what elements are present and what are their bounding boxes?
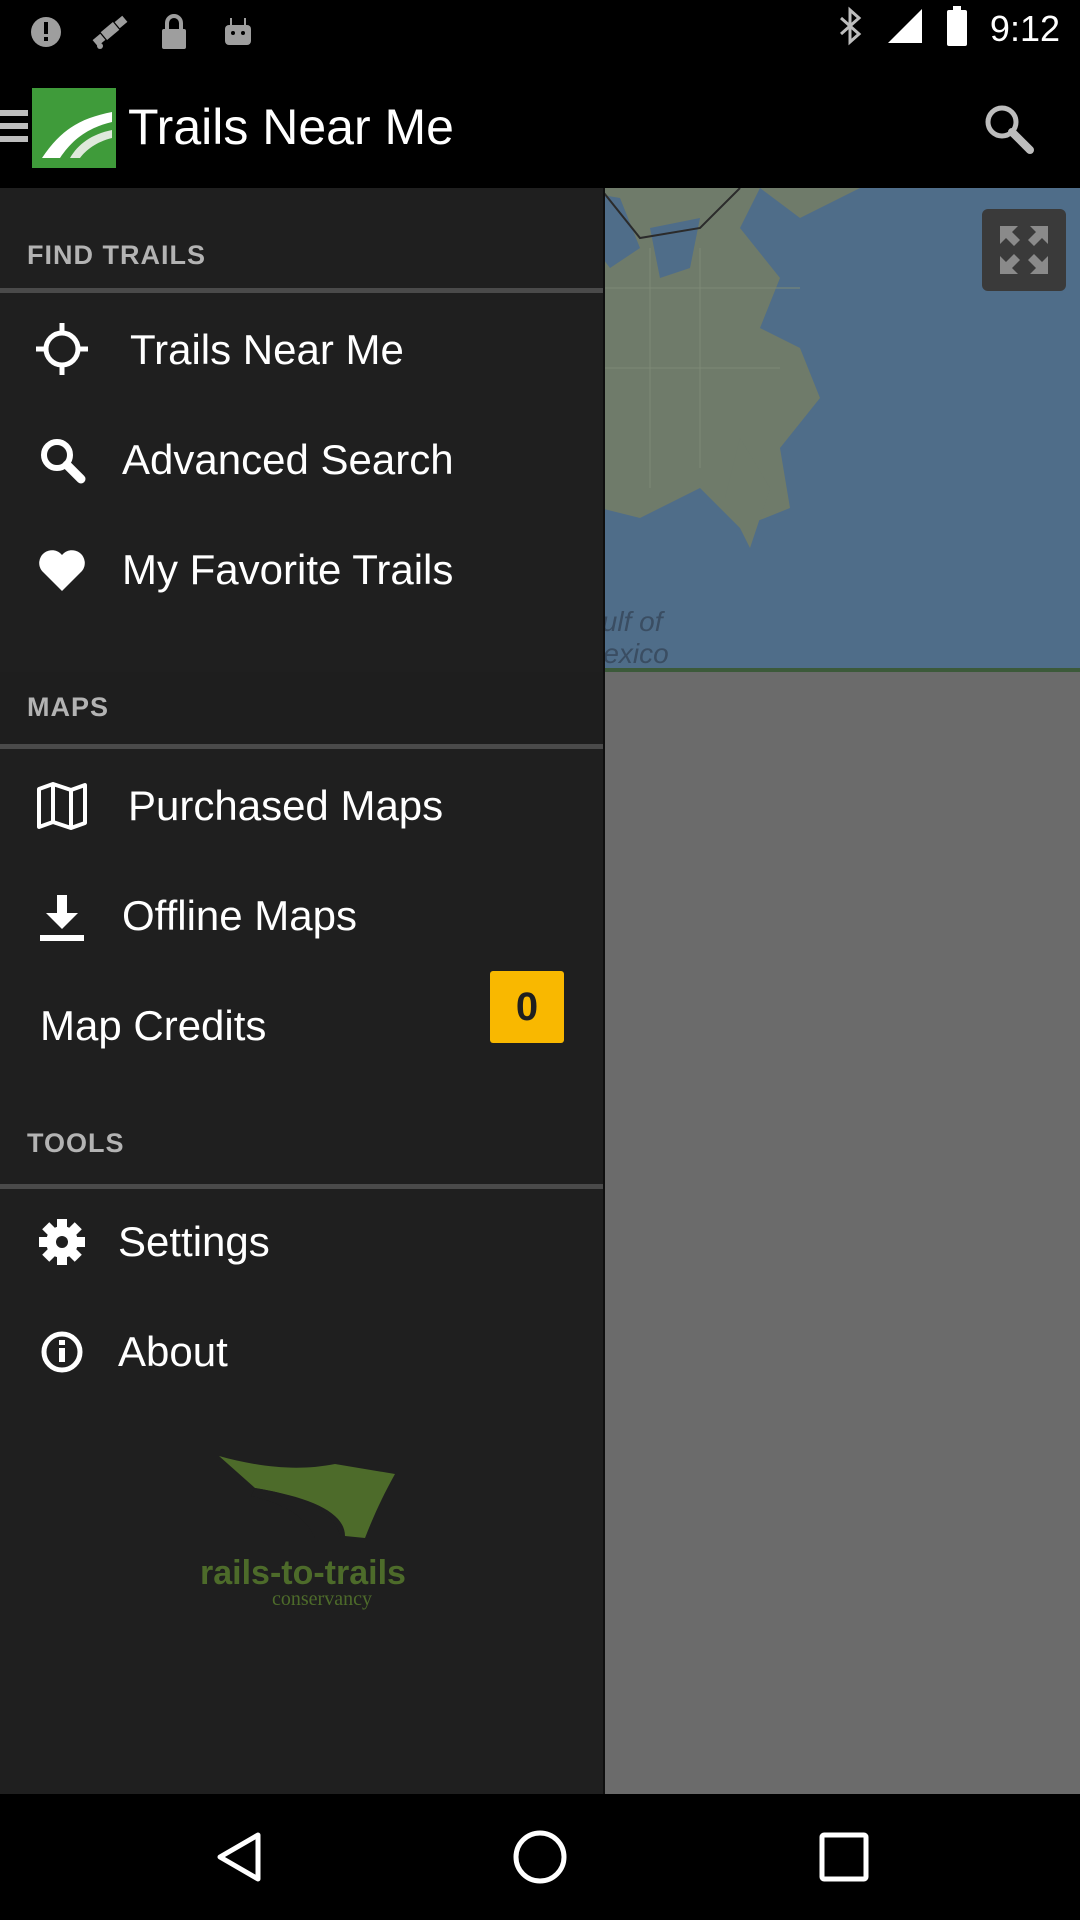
signal-icon (886, 7, 924, 50)
section-label-find-trails: FIND TRAILS (27, 240, 206, 270)
drawer-item-about[interactable]: About (0, 1296, 603, 1406)
bluetooth-icon (838, 6, 864, 51)
hamburger-icon[interactable] (0, 110, 28, 146)
drawer-item-offline-maps[interactable]: Offline Maps (0, 860, 603, 970)
app-bar: Trails Near Me (0, 64, 1080, 188)
app-title: Trails Near Me (128, 99, 454, 155)
home-icon[interactable] (507, 1824, 573, 1890)
drawer-item-label: Map Credits (40, 1002, 267, 1049)
drawer-item-label: About (118, 1328, 228, 1375)
drawer-item-settings[interactable]: Settings (0, 1186, 603, 1296)
battery-icon (946, 6, 968, 51)
recents-icon[interactable] (811, 1824, 877, 1890)
lock-icon (154, 12, 194, 52)
drawer-item-label: Settings (118, 1218, 270, 1265)
drawer-item-label: Offline Maps (122, 892, 357, 939)
drawer-item-label: Advanced Search (122, 436, 454, 483)
satellite-fake-gps-icon (90, 12, 130, 52)
divider (0, 288, 603, 293)
fullscreen-icon[interactable] (982, 209, 1066, 291)
section-label-tools: TOOLS (27, 1128, 125, 1158)
info-icon (34, 1324, 90, 1380)
back-icon[interactable] (207, 1824, 273, 1890)
drawer-item-trails-near-me[interactable]: Trails Near Me (0, 294, 603, 404)
drawer-item-label: My Favorite Trails (122, 546, 454, 593)
status-bar: 9:12 (0, 0, 1080, 64)
search-icon (34, 432, 90, 488)
section-label-maps: MAPS (27, 692, 110, 722)
android-icon (218, 12, 258, 52)
gear-icon (34, 1214, 90, 1270)
drawer-item-my-favorite-trails[interactable]: My Favorite Trails (0, 514, 603, 624)
drawer-item-purchased-maps[interactable]: Purchased Maps (0, 750, 603, 860)
map-credits-count-badge: 0 (490, 971, 564, 1043)
location-target-icon (34, 321, 90, 377)
drawer-item-label: Purchased Maps (128, 782, 444, 829)
section-tools: TOOLS (0, 1108, 603, 1189)
system-nav-bar (0, 1794, 1080, 1920)
drawer-item-label: Trails Near Me (130, 326, 404, 373)
search-icon[interactable] (980, 100, 1036, 156)
section-maps: MAPS (0, 672, 603, 749)
app-logo[interactable] (32, 88, 116, 168)
divider (0, 744, 603, 749)
drawer-item-advanced-search[interactable]: Advanced Search (0, 404, 603, 514)
clock: 9:12 (989, 7, 1060, 49)
heart-icon (34, 542, 90, 598)
info-icon (26, 12, 66, 52)
download-icon (34, 890, 90, 946)
section-find-trails: FIND TRAILS (0, 188, 603, 293)
rails-to-trails-logo-subtext: conservancy (272, 1588, 372, 1610)
map-icon (34, 778, 90, 834)
drawer-edge (603, 188, 605, 1794)
